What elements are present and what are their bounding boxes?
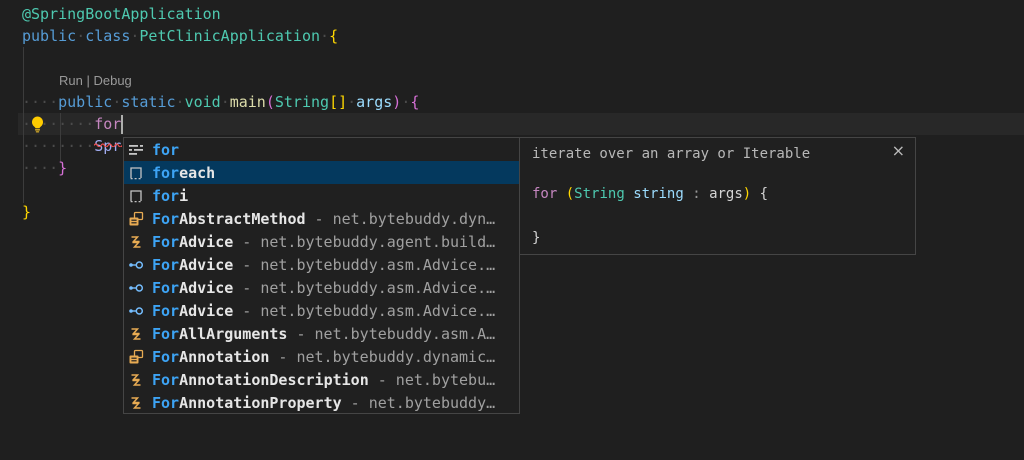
suggestion-match-text: For [152,371,179,389]
suggestion-detail-text: - net.bytebuddy… [351,394,496,412]
suggestion-item-for[interactable]: for [124,138,519,161]
suggestion-rest-text: AnnotationDescription [179,371,369,389]
suggestion-detail-text: - net.bytebuddy.dyn… [315,210,496,228]
suggestion-match-text: For [152,279,179,297]
run-debug-codelens: Run | Debug [59,73,132,90]
suggestion-match-text: For [152,302,179,320]
suggestion-rest-text: i [179,187,188,205]
suggestion-docs-panel: iterate over an array or Iterable × for … [519,137,916,255]
main-method-line: ····public·static·void·main(String[]·arg… [22,91,419,113]
suggestion-detail-text: - net.bytebuddy.asm.Advice.… [242,279,495,297]
interface-icon [128,257,144,273]
suggestion-item-forannotationproperty[interactable]: ForAnnotationProperty - net.bytebuddy… [124,391,519,414]
enum-icon [128,395,144,411]
suggestion-rest-text: AbstractMethod [179,210,305,228]
docs-snippet-closing-brace: } [532,228,540,248]
interface-icon [128,280,144,296]
suggestion-rest-text: Advice [179,279,233,297]
suggestion-match-text: For [152,394,179,412]
suggestion-match-text: For [152,348,179,366]
close-icon[interactable]: × [892,142,905,160]
suggestion-item-foradvice[interactable]: ForAdvice - net.bytebuddy.agent.build… [124,230,519,253]
suggestion-match-text: For [152,256,179,274]
suggestion-match-text: for [152,141,179,159]
suggestion-item-forannotationdescription[interactable]: ForAnnotationDescription - net.bytebu… [124,368,519,391]
suggestion-detail-text: - net.bytebuddy.asm.Advice.… [242,256,495,274]
method-closing-brace-line: ····} [22,157,67,179]
snippet-icon [128,165,144,181]
enum-icon [128,234,144,250]
suggestion-item-fori[interactable]: fori [124,184,519,207]
suggestion-rest-text: Advice [179,233,233,251]
suggestion-rest-text: each [179,164,215,182]
suggestion-item-foradvice[interactable]: ForAdvice - net.bytebuddy.asm.Advice.… [124,253,519,276]
suggestion-item-forallarguments[interactable]: ForAllArguments - net.bytebuddy.asm.A… [124,322,519,345]
class-closing-brace-line: } [22,201,31,223]
docs-description: iterate over an array or Iterable [532,146,810,162]
snippet-icon [128,188,144,204]
suggestion-detail-text: - net.bytebuddy.asm.A… [296,325,495,343]
enum-icon [128,326,144,342]
codelens-run-link[interactable]: Run [59,73,83,88]
suggestion-item-foradvice[interactable]: ForAdvice - net.bytebuddy.asm.Advice.… [124,299,519,322]
suggestion-detail-text: - net.bytebuddy.dynamic… [278,348,495,366]
suggestion-item-foradvice[interactable]: ForAdvice - net.bytebuddy.asm.Advice.… [124,276,519,299]
class-icon [128,211,144,227]
annotation-line: @SpringBootApplication [22,3,221,25]
error-squiggle [94,132,122,137]
codelens-separator: | [83,73,94,88]
keyword-icon [128,142,144,158]
suggestion-detail-text: - net.bytebuddy.agent.build… [242,233,495,251]
suggestion-match-text: For [152,325,179,343]
suggestion-rest-text: Annotation [179,348,269,366]
class-icon [128,349,144,365]
codelens-debug-link[interactable]: Debug [93,73,131,88]
current-line-highlight [18,113,1024,135]
suggestion-item-forannotation[interactable]: ForAnnotation - net.bytebuddy.dynamic… [124,345,519,368]
suggestion-detail-text: - net.bytebu… [378,371,495,389]
enum-icon [128,372,144,388]
text-cursor [121,115,123,134]
suggestion-rest-text: AnnotationProperty [179,394,342,412]
suggestion-match-text: for [152,164,179,182]
suggestion-rest-text: AllArguments [179,325,287,343]
docs-snippet-line: for (String string : args) { [532,184,768,204]
suggestion-detail-text: - net.bytebuddy.asm.Advice.… [242,302,495,320]
suggestion-match-text: For [152,233,179,251]
suggestion-match-text: for [152,187,179,205]
suggestion-rest-text: Advice [179,302,233,320]
suggestion-match-text: For [152,210,179,228]
suggestion-item-foreach[interactable]: foreach [124,161,519,184]
suggestion-rest-text: Advice [179,256,233,274]
suggestion-item-forabstractmethod[interactable]: ForAbstractMethod - net.bytebuddy.dyn… [124,207,519,230]
interface-icon [128,303,144,319]
lightbulb-icon[interactable] [28,115,47,134]
class-declaration-line: public·class·PetClinicApplication·{ [22,25,338,47]
suggestion-list[interactable]: forforeachforiForAbstractMethod- net.byt… [123,137,520,414]
